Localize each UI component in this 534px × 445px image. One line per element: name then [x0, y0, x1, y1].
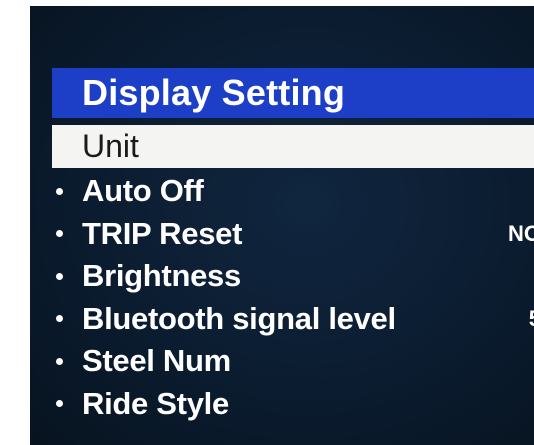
- menu-item-value: NO: [508, 220, 534, 246]
- menu-item-auto-off[interactable]: Auto Off: [52, 170, 534, 213]
- menu-item-label: Bluetooth signal level: [82, 300, 396, 336]
- bullet-icon: [56, 315, 63, 323]
- display-screen: Display Setting Unit Auto Off TRIP Reset…: [30, 6, 534, 445]
- menu-item-label: Brightness: [82, 258, 241, 294]
- bullet-icon: [56, 230, 63, 238]
- menu-item-label: Unit: [82, 128, 139, 164]
- menu-list: Auto Off TRIP Reset NO Brightness Blueto…: [52, 170, 534, 425]
- menu-item-steel-num[interactable]: Steel Num: [52, 340, 534, 383]
- menu-item-trip-reset[interactable]: TRIP Reset NO: [52, 213, 534, 256]
- menu-title: Display Setting: [82, 72, 346, 113]
- menu-item-unit-selected[interactable]: Unit: [52, 125, 534, 168]
- menu-item-label: Steel Num: [82, 343, 231, 379]
- menu-item-bluetooth-signal-level[interactable]: Bluetooth signal level 5: [52, 298, 534, 341]
- menu-item-label: TRIP Reset: [82, 215, 243, 251]
- bullet-icon: [56, 357, 63, 365]
- bullet-icon: [56, 187, 63, 195]
- menu-item-label: Auto Off: [82, 173, 204, 209]
- device-frame: Display Setting Unit Auto Off TRIP Reset…: [0, 0, 534, 445]
- menu-item-brightness[interactable]: Brightness: [52, 255, 534, 298]
- menu-item-label: Ride Style: [82, 385, 229, 421]
- bullet-icon: [56, 400, 63, 408]
- menu-title-bar: Display Setting: [52, 68, 534, 118]
- menu-item-ride-style[interactable]: Ride Style: [52, 383, 534, 426]
- bullet-icon: [56, 272, 63, 280]
- menu-item-value: 5: [529, 306, 534, 332]
